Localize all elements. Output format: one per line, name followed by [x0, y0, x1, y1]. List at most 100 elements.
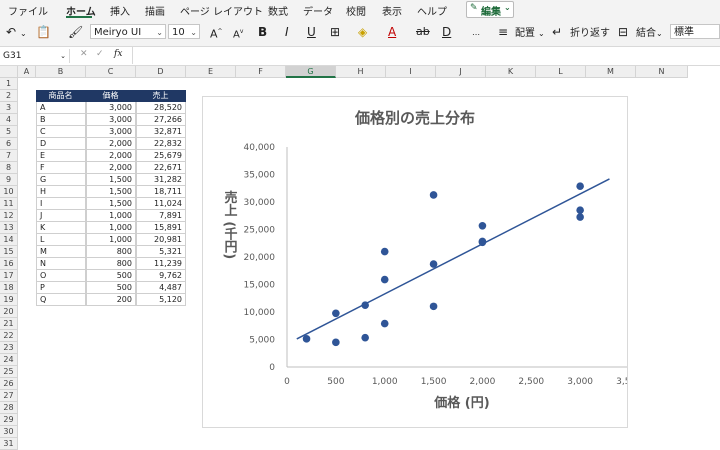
tab-insert[interactable]: 挿入 [110, 3, 130, 18]
tab-draw[interactable]: 描画 [145, 3, 165, 18]
row-header[interactable]: 26 [0, 378, 18, 390]
table-header-cell[interactable]: 価格 [86, 90, 136, 102]
table-cell[interactable]: 25,679 [136, 150, 186, 162]
fill-color-icon[interactable]: ◈ [358, 25, 367, 39]
double-underline-icon[interactable]: D [442, 25, 451, 39]
tab-help[interactable]: ヘルプ [417, 3, 447, 18]
row-header[interactable]: 23 [0, 342, 18, 354]
tab-data[interactable]: データ [303, 3, 333, 18]
table-cell[interactable]: D [36, 138, 86, 150]
align-label[interactable]: 配置 [515, 27, 535, 41]
table-cell[interactable]: J [36, 210, 86, 222]
column-header-c[interactable]: C [86, 66, 136, 78]
edit-mode-button[interactable]: ✎ 編集 ⌄ [466, 1, 514, 18]
table-cell[interactable]: 800 [86, 258, 136, 270]
wrap-text-label[interactable]: 折り返す [570, 27, 610, 41]
table-cell[interactable]: 2,000 [86, 162, 136, 174]
table-cell[interactable]: 1,000 [86, 234, 136, 246]
row-header[interactable]: 14 [0, 234, 18, 246]
table-cell[interactable]: 15,891 [136, 222, 186, 234]
font-color-icon[interactable]: A [388, 25, 396, 39]
row-header[interactable]: 29 [0, 414, 18, 426]
bold-button[interactable]: B [258, 25, 267, 39]
table-header-cell[interactable]: 売上 [136, 90, 186, 102]
undo-icon[interactable]: ↶ [6, 25, 16, 39]
row-header[interactable]: 7 [0, 150, 18, 162]
table-cell[interactable]: Q [36, 294, 86, 306]
table-cell[interactable]: 3,000 [86, 126, 136, 138]
table-header-cell[interactable]: 商品名 [36, 90, 86, 102]
table-cell[interactable]: 11,239 [136, 258, 186, 270]
row-header[interactable]: 24 [0, 354, 18, 366]
tab-review[interactable]: 校閲 [346, 3, 366, 18]
table-cell[interactable]: 18,711 [136, 186, 186, 198]
row-header[interactable]: 15 [0, 246, 18, 258]
select-all-corner[interactable] [0, 66, 18, 78]
table-cell[interactable]: B [36, 114, 86, 126]
table-cell[interactable]: 500 [86, 270, 136, 282]
wrap-text-icon[interactable]: ↵ [552, 25, 562, 39]
row-header[interactable]: 9 [0, 174, 18, 186]
paste-icon[interactable]: 📋 [36, 25, 51, 39]
table-cell[interactable]: 31,282 [136, 174, 186, 186]
tab-file[interactable]: ファイル [8, 3, 48, 18]
table-cell[interactable]: 4,487 [136, 282, 186, 294]
table-cell[interactable]: 22,832 [136, 138, 186, 150]
column-header-i[interactable]: I [386, 66, 436, 78]
chevron-down-icon[interactable]: ⌄ [656, 27, 663, 41]
row-header[interactable]: 13 [0, 222, 18, 234]
table-cell[interactable]: 1,500 [86, 186, 136, 198]
table-cell[interactable]: L [36, 234, 86, 246]
table-cell[interactable]: 11,024 [136, 198, 186, 210]
row-header[interactable]: 25 [0, 366, 18, 378]
formula-input[interactable] [132, 47, 719, 64]
row-header[interactable]: 30 [0, 426, 18, 438]
column-header-l[interactable]: L [536, 66, 586, 78]
table-cell[interactable]: 1,000 [86, 222, 136, 234]
row-header[interactable]: 16 [0, 258, 18, 270]
table-cell[interactable]: F [36, 162, 86, 174]
table-cell[interactable]: K [36, 222, 86, 234]
row-header[interactable]: 1 [0, 78, 18, 90]
number-format-select[interactable]: 標準 [670, 24, 720, 39]
column-header-j[interactable]: J [436, 66, 486, 78]
table-cell[interactable]: 32,871 [136, 126, 186, 138]
merge-label[interactable]: 結合 [636, 27, 656, 41]
column-header-k[interactable]: K [486, 66, 536, 78]
table-cell[interactable]: 1,000 [86, 210, 136, 222]
merge-icon[interactable]: ⊟ [618, 25, 628, 39]
row-header[interactable]: 2 [0, 90, 18, 102]
row-header[interactable]: 5 [0, 126, 18, 138]
table-cell[interactable]: 3,000 [86, 114, 136, 126]
table-cell[interactable]: H [36, 186, 86, 198]
strikethrough-button[interactable]: ab [416, 25, 430, 39]
confirm-icon[interactable]: ✓ [96, 49, 104, 59]
underline-button[interactable]: U [307, 25, 316, 39]
row-header[interactable]: 31 [0, 438, 18, 450]
row-header[interactable]: 19 [0, 294, 18, 306]
table-cell[interactable]: 5,120 [136, 294, 186, 306]
row-header[interactable]: 17 [0, 270, 18, 282]
chevron-down-icon[interactable]: ⌄ [20, 27, 27, 41]
table-cell[interactable]: 800 [86, 246, 136, 258]
column-header-n[interactable]: N [636, 66, 688, 78]
align-icon[interactable]: ≡ [498, 25, 508, 39]
row-header[interactable]: 3 [0, 102, 18, 114]
row-header[interactable]: 21 [0, 318, 18, 330]
table-cell[interactable]: 1,500 [86, 198, 136, 210]
name-box[interactable]: G31 ⌄ [0, 49, 70, 63]
row-header[interactable]: 11 [0, 198, 18, 210]
increase-font-icon[interactable]: A^ [210, 25, 223, 42]
table-cell[interactable]: 22,671 [136, 162, 186, 174]
function-icon[interactable]: fx [114, 49, 122, 59]
italic-button[interactable]: I [285, 25, 289, 39]
column-header-b[interactable]: B [36, 66, 86, 78]
column-header-d[interactable]: D [136, 66, 186, 78]
table-cell[interactable]: N [36, 258, 86, 270]
font-name-select[interactable]: Meiryo UI ⌄ [90, 24, 166, 39]
chevron-down-icon[interactable]: ⌄ [538, 27, 545, 41]
table-cell[interactable]: 7,891 [136, 210, 186, 222]
table-cell[interactable]: G [36, 174, 86, 186]
column-header-h[interactable]: H [336, 66, 386, 78]
row-header[interactable]: 20 [0, 306, 18, 318]
